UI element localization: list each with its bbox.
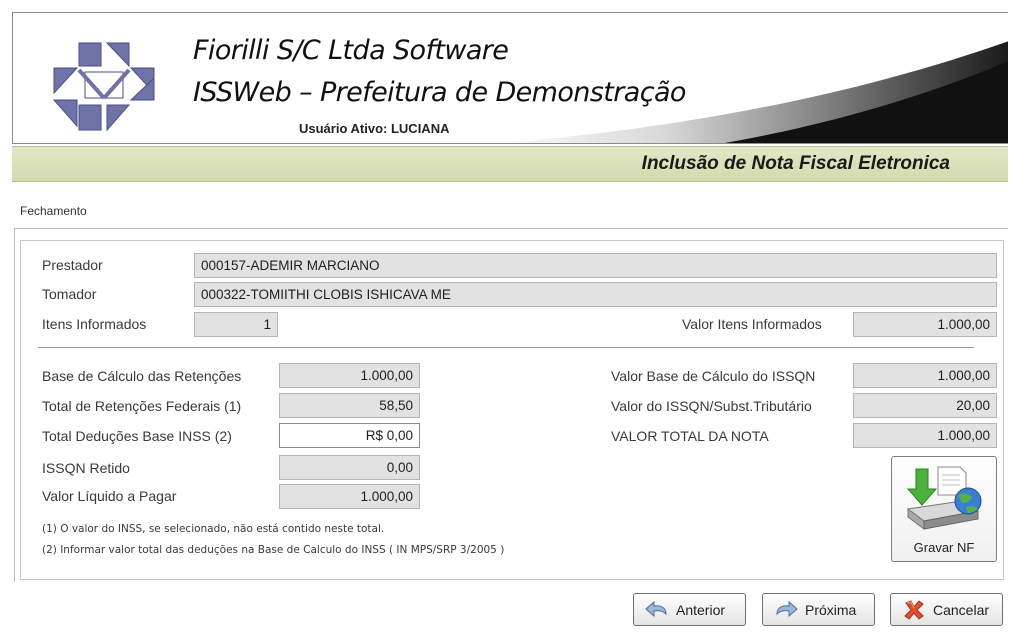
tab-fechamento[interactable]: Fechamento bbox=[20, 204, 87, 218]
tomador-label: Tomador bbox=[42, 286, 97, 302]
itens-informados-label: Itens Informados bbox=[42, 316, 147, 332]
anterior-button[interactable]: Anterior bbox=[633, 593, 746, 626]
valor-issqn-label: Valor do ISSQN/Subst.Tributário bbox=[611, 398, 812, 414]
valor-liquido-field[interactable]: 1.000,00 bbox=[279, 484, 420, 509]
tomador-field[interactable]: 000322-TOMIITHI CLOBIS ISHICAVA ME bbox=[194, 282, 997, 307]
active-user: Usuário Ativo: LUCIANA bbox=[299, 121, 450, 136]
forward-arrow-icon bbox=[776, 600, 798, 617]
proxima-button[interactable]: Próxima bbox=[762, 593, 875, 626]
valor-itens-field[interactable]: 1.000,00 bbox=[853, 312, 997, 337]
anterior-label: Anterior bbox=[676, 601, 726, 618]
save-disk-globe-icon bbox=[906, 466, 982, 530]
cancelar-label: Cancelar bbox=[933, 601, 990, 618]
prestador-field[interactable]: 000157-ADEMIR MARCIANO bbox=[194, 253, 997, 278]
prestador-label: Prestador bbox=[42, 257, 103, 273]
proxima-label: Próxima bbox=[805, 601, 857, 618]
valor-base-issqn-field[interactable]: 1.000,00 bbox=[853, 363, 997, 388]
valor-itens-label: Valor Itens Informados bbox=[682, 316, 822, 332]
valor-issqn-field[interactable]: 20,00 bbox=[853, 393, 997, 418]
issqn-retido-label: ISSQN Retido bbox=[42, 460, 130, 476]
section-divider bbox=[38, 347, 974, 348]
company-name: Fiorilli S/C Ltda Software bbox=[193, 35, 509, 66]
cancelar-button[interactable]: Cancelar bbox=[890, 593, 1003, 626]
tab-divider bbox=[14, 228, 1008, 229]
company-logo bbox=[52, 42, 155, 132]
total-deducoes-input[interactable]: R$ 0,00 bbox=[279, 423, 420, 448]
total-retencoes-label: Total de Retenções Federais (1) bbox=[42, 398, 242, 414]
title-band: Inclusão de Nota Fiscal Eletronica bbox=[12, 146, 1008, 182]
total-retencoes-field[interactable]: 58,50 bbox=[279, 393, 420, 418]
system-name: ISSWeb – Prefeitura de Demonstração bbox=[193, 77, 686, 108]
itens-informados-field[interactable]: 1 bbox=[194, 312, 278, 337]
tab-frame-left bbox=[14, 228, 15, 582]
back-arrow-icon bbox=[645, 600, 667, 617]
valor-liquido-label: Valor Líquido a Pagar bbox=[42, 488, 177, 504]
base-retencoes-field[interactable]: 1.000,00 bbox=[279, 363, 420, 388]
valor-base-issqn-label: Valor Base de Cálculo do ISSQN bbox=[611, 368, 816, 384]
total-deducoes-label: Total Deduções Base INSS (2) bbox=[42, 428, 232, 444]
footnote-inss: (1) O valor do INSS, se selecionado, não… bbox=[42, 523, 385, 535]
issqn-retido-field[interactable]: 0,00 bbox=[279, 455, 420, 480]
page-title: Inclusão de Nota Fiscal Eletronica bbox=[641, 153, 950, 174]
gravar-nf-button[interactable]: Gravar NF bbox=[891, 456, 997, 562]
base-retencoes-label: Base de Cálculo das Retenções bbox=[42, 368, 242, 384]
valor-total-label: VALOR TOTAL DA NOTA bbox=[611, 428, 769, 444]
valor-total-field[interactable]: 1.000,00 bbox=[853, 423, 997, 448]
gravar-nf-label: Gravar NF bbox=[913, 540, 975, 555]
cancel-x-icon bbox=[904, 599, 924, 620]
app-header: Fiorilli S/C Ltda Software ISSWeb – Pref… bbox=[12, 12, 1008, 144]
footnote-deducoes: (2) Informar valor total das deduções na… bbox=[42, 544, 505, 556]
